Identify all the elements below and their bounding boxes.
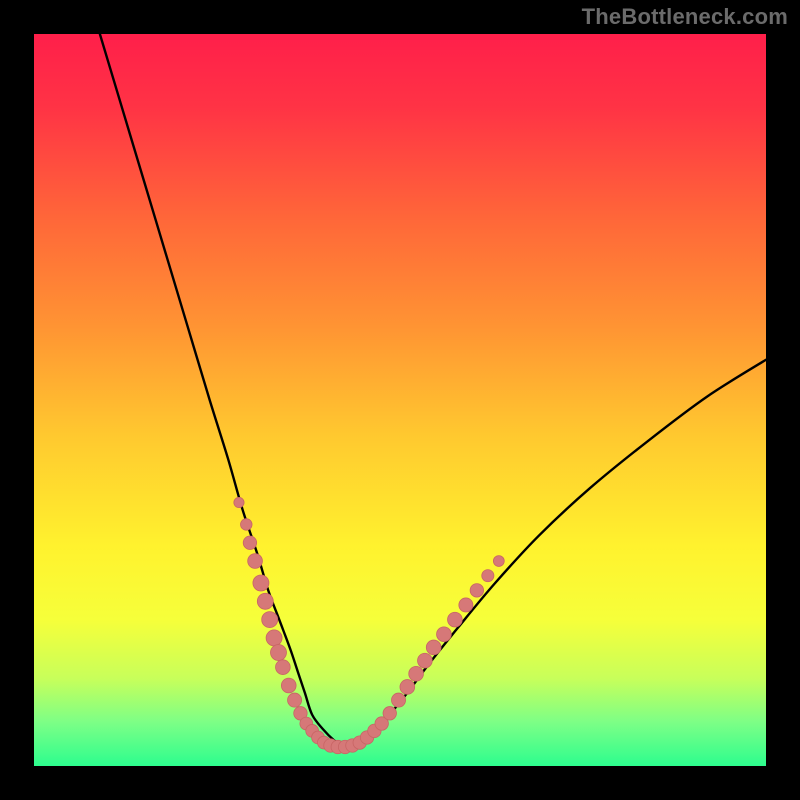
scatter-dot [288,693,302,707]
scatter-dot [400,680,415,695]
scatter-dot [482,570,494,582]
scatter-dot [270,645,286,661]
scatter-dot [276,660,291,675]
scatter-dot [418,653,433,668]
scatter-dot [470,584,483,597]
scatter-dot [426,640,441,655]
scatter-dot [281,678,296,693]
scatter-dot [459,598,473,612]
scatter-dot [392,693,406,707]
scatter-dot [257,593,273,609]
scatter-dots [234,497,504,753]
scatter-dot [248,554,263,569]
plot-area [34,34,766,766]
scatter-dot [241,519,253,531]
scatter-dot [243,536,256,549]
scatter-dot [383,707,396,720]
scatter-dot [437,627,452,642]
scatter-dot [493,556,504,567]
scatter-dot [409,666,424,681]
scatter-dot [262,612,278,628]
watermark-text: TheBottleneck.com [582,4,788,30]
scatter-dot [266,630,282,646]
scatter-dot [448,612,463,627]
scatter-dot [234,497,244,507]
chart-overlay [34,34,766,766]
chart-frame: TheBottleneck.com [0,0,800,800]
scatter-dot [253,575,269,591]
